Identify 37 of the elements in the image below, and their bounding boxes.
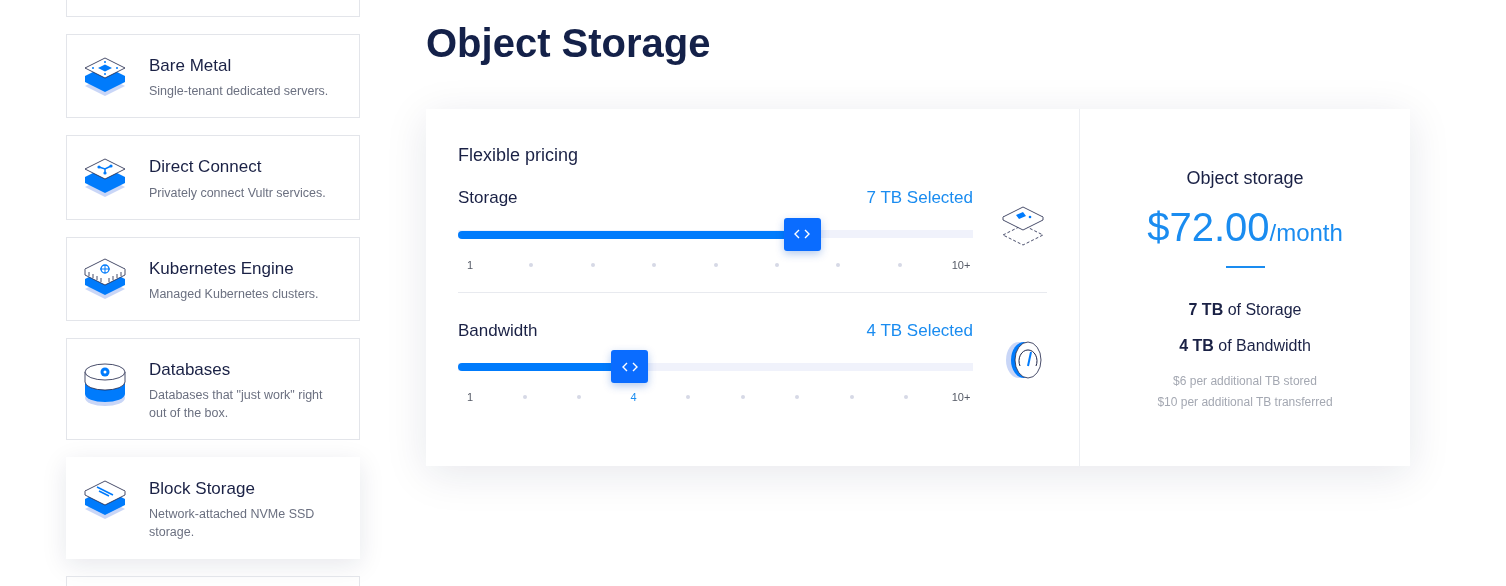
card-description: Managed Kubernetes clusters. — [149, 285, 319, 303]
tick-label: 10+ — [951, 257, 971, 272]
product-card[interactable]: Block Storage Network-attached NVMe SSD storage. — [66, 457, 360, 560]
card-description: Databases that "just work" right out of the box. — [149, 387, 324, 422]
slider-reading: 4 TB Selected — [866, 319, 973, 342]
price: $72.00 — [1147, 204, 1270, 251]
tick-label: 1 — [466, 390, 474, 404]
pricing-note: $10 per additional TB transferred — [1157, 394, 1333, 411]
chevrons-icon — [794, 229, 810, 239]
chevrons-icon — [622, 361, 638, 372]
card-description: Network-attached NVMe SSD storage. — [149, 506, 316, 542]
tick-label: 10+ — [951, 390, 971, 404]
card-title: Bare Metal — [149, 55, 233, 77]
product-card[interactable]: Direct Connect Privately connect Vultr services. — [66, 135, 360, 220]
page-title: Object Storage — [426, 20, 712, 67]
card-title: Direct Connect — [149, 156, 263, 178]
tick-label: 4 — [630, 390, 637, 404]
card-description: Privately connect Vultr services. — [149, 184, 326, 202]
price-period: /month — [1269, 219, 1343, 248]
tick-label: 1 — [466, 257, 474, 272]
slider-label: Bandwidth — [458, 319, 538, 342]
slider-reading: 7 TB Selected — [866, 187, 973, 209]
pricing-note: $6 per additional TB stored — [1173, 373, 1317, 390]
slider-handle[interactable] — [611, 350, 649, 383]
included-amount: 7 TB of Storage — [1188, 300, 1302, 320]
pricing-title: Flexible pricing — [458, 144, 580, 167]
card-description: Single-tenant dedicated servers. — [149, 83, 329, 101]
product-card[interactable]: Kubernetes Engine Managed Kubernetes clusters. — [66, 236, 360, 321]
summary-title: Object storage — [1186, 167, 1304, 190]
included-amount: 4 TB of Bandwidth — [1179, 336, 1311, 356]
product-card[interactable]: Databases Databases that "just work" right out of the box. — [66, 337, 360, 440]
product-card[interactable]: Bare Metal Single-tenant dedicated servers. — [66, 34, 360, 119]
slider-handle[interactable] — [783, 217, 821, 251]
card-title: Databases — [149, 358, 232, 380]
card-title: Block Storage — [149, 478, 256, 500]
slider-label: Storage — [458, 187, 518, 209]
card-title: Kubernetes Engine — [149, 257, 295, 279]
